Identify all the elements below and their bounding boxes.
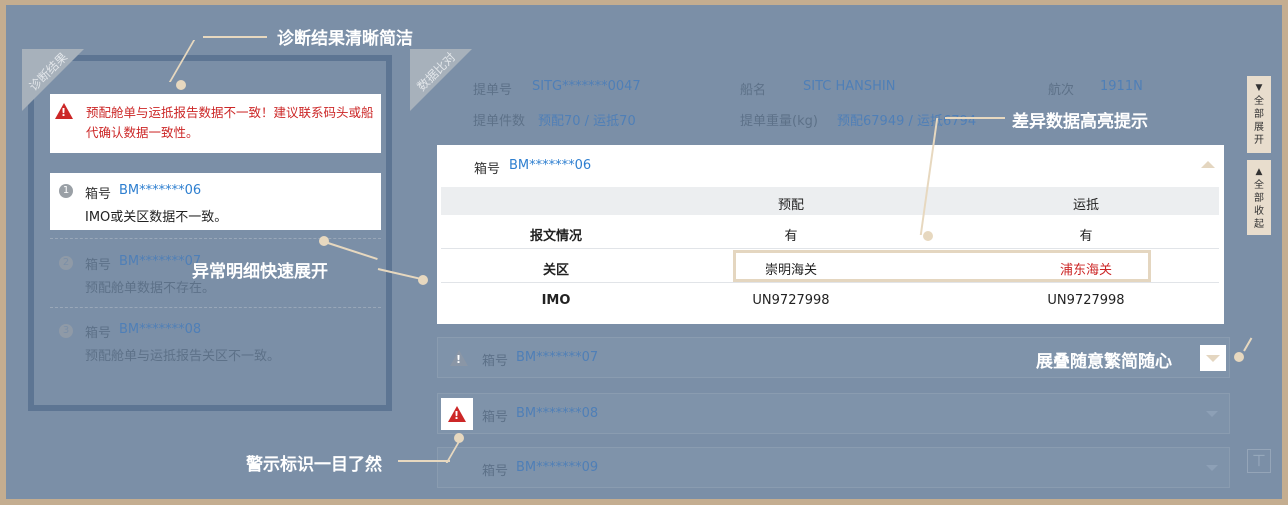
warning-icon [448,406,466,422]
warning-icon [450,350,468,366]
callout-diff: 差异数据高亮提示 [1012,112,1148,132]
back-to-top-icon: ⊤ [1252,451,1266,470]
bl-header: 提单号 [473,79,512,98]
table-row: IMO UN9727998 UN9727998 [441,284,1219,317]
callout-dot [176,80,186,90]
divider [50,307,381,308]
row-field: 报文情况 [529,229,582,244]
collapse-all-label: 全部收起 [1254,180,1264,230]
item-number-badge: 1 [59,184,73,198]
item-label: 箱号 [85,258,112,273]
weight-value: 预配67949 / 运抵6794 [837,114,977,129]
double-chevron-down-icon: ▼ [1255,83,1263,93]
row-value-prealloc: 崇明海关 [764,263,817,278]
list-item[interactable]: 3 箱号 BM*******08 预配舱单与运抵报告关区不一致。 [50,317,381,367]
ship-value: SITC HANSHIN [803,79,896,94]
row-value-arrival: UN9727998 [1047,293,1125,308]
item-desc: 预配舱单与运抵报告关区不一致。 [85,349,281,364]
divider [50,238,381,239]
item-value[interactable]: BM*******08 [119,322,201,337]
col-header-arrival: 运抵 [1072,198,1099,213]
list-item[interactable]: 1 箱号 BM*******06 IMO或关区数据不一致。 [50,173,381,230]
chevron-down-icon[interactable] [1206,465,1218,471]
table-row: 报文情况 有 有 [441,216,1219,249]
callout-line [945,117,1005,119]
alert-text: 预配舱单与运抵报告数据不一致！建议联系码头或船代确认数据一致性。 [86,105,374,140]
table-row: 关区 崇明海关 浦东海关 [441,250,1219,283]
pieces-label: 提单件数 [473,114,526,129]
col-header-prealloc: 预配 [777,198,804,213]
callout-right: 展叠随意繁简随心 [1036,352,1172,372]
callout-top: 诊断结果清晰简洁 [277,29,413,49]
item-value[interactable]: BM*******07 [119,254,201,269]
item-label: 箱号 [85,326,112,341]
bl-value: SITG*******0047 [532,79,641,94]
expand-toggle-button[interactable] [1200,345,1226,371]
table-header: 预配 运抵 [441,187,1219,215]
warning-badge [441,398,473,430]
row-value-prealloc: 有 [784,229,798,244]
back-to-top-button[interactable]: ⊤ [1247,449,1271,473]
callout-line [398,460,450,462]
row-value-arrival: 有 [1079,229,1093,244]
compare-ribbon: 数据比对 [410,49,472,111]
chevron-down-icon [1206,355,1220,362]
alert-card: 预配舱单与运抵报告数据不一致！建议联系码头或船代确认数据一致性。 [50,94,381,153]
collapse-chevron-icon[interactable] [1201,161,1215,168]
item-number-badge: 3 [59,324,73,338]
row-value-prealloc: UN9727998 [752,293,830,308]
voyage-label: 航次 [1048,83,1075,98]
callout-dot [1234,352,1244,362]
ship-label: 船名 [740,83,767,98]
chevron-down-icon[interactable] [1206,411,1218,417]
pieces-value: 预配70 / 运抵70 [538,114,636,129]
row-value-arrival: 浦东海关 [1059,263,1112,278]
double-chevron-up-icon: ▲ [1255,167,1263,177]
expand-all-label: 全部展开 [1254,96,1264,146]
container-row-collapsed[interactable]: 箱号 BM*******09 [437,447,1230,488]
callout-line [203,36,267,38]
item-value[interactable]: BM*******06 [119,183,201,198]
weight-label: 提单重量(kg) [740,114,818,129]
container-value[interactable]: BM*******08 [516,406,598,421]
expand-all-button[interactable]: ▼ 全部展开 [1247,76,1271,153]
bl-label: 提单号 [473,83,513,98]
callout-dot [454,433,464,443]
callout-bottom: 警示标识一目了然 [246,455,382,475]
item-desc: IMO或关区数据不一致。 [85,210,228,225]
row-field: 关区 [542,263,569,278]
container-row-collapsed[interactable]: 箱号 BM*******08 [437,393,1230,434]
warning-icon [55,103,73,119]
collapse-all-button[interactable]: ▲ 全部收起 [1247,160,1271,235]
item-number-badge: 2 [59,256,73,270]
container-label: 箱号 [474,162,501,177]
container-value[interactable]: BM*******07 [516,350,598,365]
row-field: IMO [541,293,571,308]
container-label: 箱号 [482,410,509,425]
callout-dot [923,231,933,241]
voyage-value: 1911N [1100,79,1143,94]
container-label: 箱号 [482,354,509,369]
container-value[interactable]: BM*******06 [509,158,591,173]
item-label: 箱号 [85,187,112,202]
container-detail-card: 箱号 BM*******06 预配 运抵 报文情况 有 有 关区 崇明海关 浦东… [437,145,1224,324]
container-label: 箱号 [482,464,509,479]
container-value[interactable]: BM*******09 [516,460,598,475]
callout-left: 异常明细快速展开 [192,262,328,282]
callout-dot [418,275,428,285]
